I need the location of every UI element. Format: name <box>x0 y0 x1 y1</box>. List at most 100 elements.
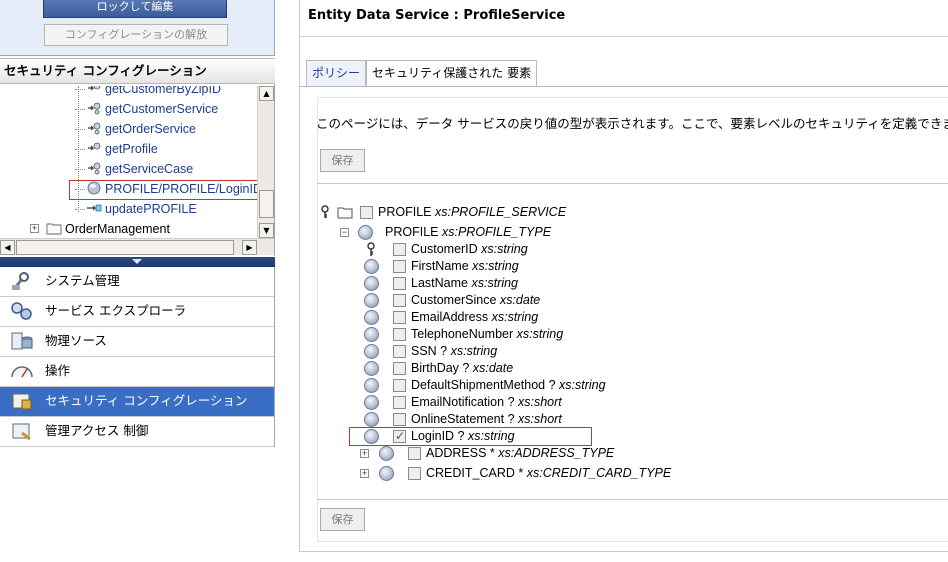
field-checkbox[interactable] <box>393 294 406 307</box>
scroll-right-icon[interactable]: ▶ <box>242 240 257 255</box>
element-icon <box>364 259 379 274</box>
field-type: xs:string <box>559 378 606 392</box>
tree-item[interactable]: getProfile <box>75 139 158 159</box>
element-icon <box>364 344 379 359</box>
tree-item[interactable]: getCustomerByZipID <box>75 86 221 99</box>
tree-item-label: getProfile <box>105 142 158 156</box>
release-configuration-button[interactable]: コンフィグレーションの解放 <box>44 24 228 46</box>
operation-icon <box>88 86 101 91</box>
nav-physical-source[interactable]: 物理ソース <box>0 327 274 357</box>
element-icon <box>379 446 394 461</box>
nav-security-configuration[interactable]: セキュリティ コンフィグレーション <box>0 387 274 417</box>
collapse-icon[interactable] <box>132 259 142 264</box>
panel-title: セキュリティ コンフィグレーション <box>0 58 275 84</box>
field-name: CustomerSince <box>411 293 497 307</box>
element-type: xs:PROFILE_SERVICE <box>434 205 567 219</box>
tree-item[interactable]: getServiceCase <box>75 159 193 179</box>
field-checkbox[interactable] <box>393 311 406 324</box>
nav-label: 操作 <box>45 363 71 378</box>
nav-label: 管理アクセス 制御 <box>45 423 149 438</box>
lock-edit-button[interactable]: ロックして編集 <box>43 0 227 18</box>
tree-item[interactable]: updatePROFILE <box>75 199 197 219</box>
field-checkbox[interactable] <box>393 345 406 358</box>
tree-profile-label: PROFILE xs:PROFILE_TYPE <box>385 224 551 241</box>
scroll-left-icon[interactable]: ◀ <box>0 240 15 255</box>
field-checkbox[interactable] <box>393 362 406 375</box>
update-icon <box>87 204 102 212</box>
admin-access-icon <box>12 423 31 441</box>
operation-icon <box>88 122 101 135</box>
element-icon <box>364 412 379 427</box>
field-checkbox[interactable] <box>393 243 406 256</box>
page-title: Entity Data Service : ProfileService <box>308 8 566 23</box>
expand-icon[interactable]: + <box>30 224 39 233</box>
section-divider <box>317 183 948 184</box>
nav-label: セキュリティ コンフィグレーション <box>45 393 248 408</box>
vertical-scrollbar[interactable]: ▲ ▼ <box>257 86 274 238</box>
element-name: CREDIT_CARD * <box>426 466 524 480</box>
field-checkbox[interactable] <box>393 260 406 273</box>
field-type: xs:string <box>516 327 564 341</box>
element-icon <box>364 293 379 308</box>
tab-divider <box>300 86 948 87</box>
expand-icon[interactable]: + <box>360 449 369 458</box>
save-button-top[interactable]: 保存 <box>320 149 365 172</box>
tree-item-label: updatePROFILE <box>105 202 197 216</box>
field-name: FirstName <box>411 259 469 273</box>
collapse-icon[interactable]: − <box>340 228 349 237</box>
field-label: CustomerSince xs:date <box>411 292 540 309</box>
scroll-up-icon[interactable]: ▲ <box>259 86 274 101</box>
operation-icon <box>88 162 101 175</box>
field-checkbox[interactable] <box>393 396 406 409</box>
folder-icon <box>46 223 62 235</box>
field-name: SSN ? <box>411 344 448 358</box>
tree-item[interactable]: getCustomerService <box>75 99 218 119</box>
element-icon <box>364 361 379 376</box>
panel-splitter[interactable] <box>0 257 275 267</box>
security-config-icon <box>12 393 32 410</box>
field-name: OnlineStatement ? <box>411 412 515 426</box>
complex-checkbox[interactable] <box>408 447 421 460</box>
expand-icon[interactable]: + <box>360 469 369 478</box>
main-panel: Entity Data Service : ProfileService ポリシ… <box>299 0 948 552</box>
field-label: EmailAddress xs:string <box>411 309 538 326</box>
scroll-thumb[interactable] <box>16 240 234 255</box>
field-name: EmailNotification ? <box>411 395 515 409</box>
tree-item-folder[interactable]: + OrderManagement <box>28 219 170 239</box>
navigation-menu: システム管理 サービス エクスプローラ 物理ソース 操作 セキュリティ コンフィ… <box>0 267 275 447</box>
scroll-thumb[interactable] <box>259 190 274 218</box>
system-admin-icon <box>12 272 29 290</box>
field-name: LastName <box>411 276 468 290</box>
field-type: xs:string <box>450 344 498 358</box>
key-icon <box>367 242 375 256</box>
security-tree: getCustomerByZipID getCustomerService ge… <box>0 86 258 240</box>
field-checkbox[interactable] <box>393 379 406 392</box>
nav-operations[interactable]: 操作 <box>0 357 274 387</box>
nav-service-explorer[interactable]: サービス エクスプローラ <box>0 297 274 327</box>
tree-item[interactable]: getOrderService <box>75 119 196 139</box>
field-name: DefaultShipmentMethod ? <box>411 378 556 392</box>
physical-source-icon <box>11 332 33 350</box>
nav-system-admin[interactable]: システム管理 <box>0 267 274 297</box>
section-divider <box>317 499 948 500</box>
element-name: ADDRESS * <box>426 446 495 460</box>
field-type: xs:string <box>491 310 539 324</box>
left-column: ロックして編集 コンフィグレーションの解放 セキュリティ コンフィグレーション … <box>0 0 276 562</box>
save-button-bottom[interactable]: 保存 <box>320 508 365 531</box>
highlight-box <box>69 180 261 200</box>
field-checkbox[interactable] <box>393 277 406 290</box>
field-checkbox[interactable] <box>393 413 406 426</box>
root-checkbox[interactable] <box>360 206 373 219</box>
field-checkbox[interactable] <box>393 328 406 341</box>
complex-checkbox[interactable] <box>408 467 421 480</box>
field-label: LastName xs:string <box>411 275 518 292</box>
tab-secured-elements[interactable]: セキュリティ保護された 要素 <box>366 60 538 87</box>
nav-label: システム管理 <box>45 273 120 288</box>
tab-policy[interactable]: ポリシー <box>306 60 367 86</box>
scroll-down-icon[interactable]: ▼ <box>259 223 274 238</box>
field-type: xs:string <box>471 276 519 290</box>
nav-admin-access-control[interactable]: 管理アクセス 制御 <box>0 417 274 447</box>
horizontal-scrollbar[interactable]: ◀ ▶ <box>0 238 274 255</box>
complex-label: CREDIT_CARD * xs:CREDIT_CARD_TYPE <box>426 465 671 482</box>
field-label: BirthDay ? xs:date <box>411 360 513 377</box>
